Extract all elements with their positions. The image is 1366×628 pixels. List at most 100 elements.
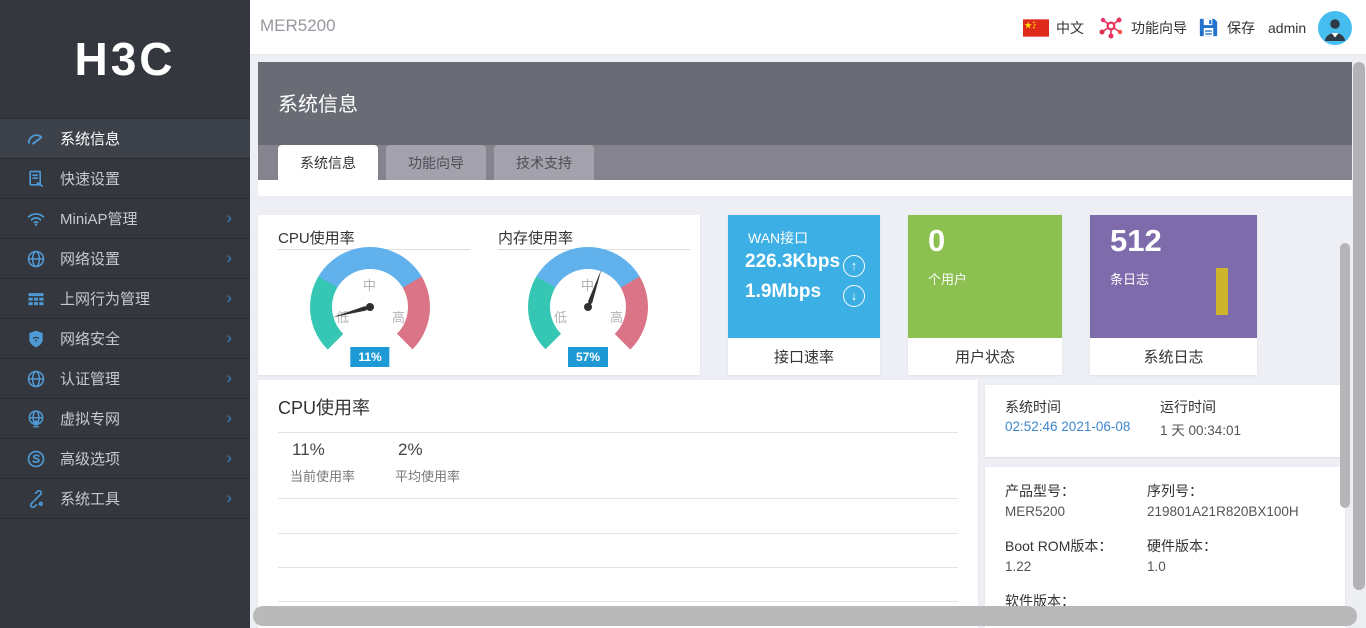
tab-system-info[interactable]: 系统信息 [278, 145, 378, 180]
cpu-current-value: 11% [292, 440, 325, 459]
sidebar-item-miniap[interactable]: MiniAP管理 › [0, 199, 250, 239]
gauge-zone-high: 高 [392, 310, 406, 325]
save-button[interactable]: 保存 [1197, 0, 1255, 55]
sidebar: H3C 系统信息 快速设置 MiniAP管理 › 网络设置 › 上网行为管理 ›… [0, 0, 250, 628]
wan-upload-rate: 226.3Kbps [745, 251, 841, 272]
save-label: 保存 [1227, 19, 1255, 36]
dashboard-icon [26, 129, 46, 149]
sidebar-item-quick-setup[interactable]: 快速设置 [0, 159, 250, 199]
sidebar-item-label: 认证管理 [60, 371, 121, 388]
sidebar-item-behavior-mgmt[interactable]: 上网行为管理 › [0, 279, 250, 319]
cpu-current-label: 当前使用率 [290, 469, 356, 484]
wan-download-rate: 1.9Mbps [745, 281, 822, 302]
device-info-panel: 产品型号： MER5200 序列号： 219801A21R820BX100H B… [985, 467, 1345, 628]
advanced-s-icon [26, 449, 46, 469]
log-count: 512 [1110, 223, 1162, 258]
usage-gauges-card: CPU使用率 中 低 高 11% 内存使用率 中 低 高 57% [258, 215, 700, 375]
chevron-right-icon: › [226, 487, 232, 507]
table-icon [26, 289, 46, 309]
gauge-zone-low: 低 [554, 310, 568, 325]
tab-tech-support[interactable]: 技术支持 [494, 145, 594, 180]
divider [278, 498, 958, 499]
gauge-zone-high: 高 [610, 310, 624, 325]
feature-guide-label: 功能向导 [1131, 19, 1187, 36]
sidebar-item-auth-mgmt[interactable]: 认证管理 › [0, 359, 250, 399]
user-card-body: 0 个用户 [908, 215, 1062, 338]
vertical-scrollbar-thumb[interactable] [1353, 62, 1365, 590]
username-label: admin [1268, 19, 1307, 36]
system-log-link[interactable]: 系统日志 [1090, 338, 1257, 375]
tab-feature-guide[interactable]: 功能向导 [386, 145, 486, 180]
system-time-label: 系统时间 [1005, 399, 1061, 415]
device-title: MER5200 [260, 16, 336, 35]
avatar-icon [1318, 10, 1352, 45]
memory-usage-gauge: 中 低 高 57% [528, 247, 648, 367]
cpu-usage-value: 11% [350, 347, 390, 367]
language-switcher[interactable]: 中文 [1023, 0, 1084, 55]
serial-number-label: 序列号： [1147, 483, 1203, 499]
globe-icon [26, 369, 46, 389]
sidebar-item-label: 网络安全 [60, 331, 121, 348]
system-time-panel: 系统时间 02:52:46 2021-06-08 运行时间 1 天 00:34:… [985, 385, 1345, 457]
cpu-usage-panel: CPU使用率 11% 当前使用率 2% 平均使用率 [258, 380, 978, 628]
cpu-panel-title: CPU使用率 [278, 398, 371, 418]
sidebar-item-label: 上网行为管理 [60, 291, 151, 308]
vpn-globe-user-icon [26, 409, 46, 429]
shield-icon [26, 329, 46, 349]
log-bar-indicator [1216, 268, 1228, 315]
user-avatar[interactable] [1318, 0, 1352, 55]
sidebar-item-label: 高级选项 [60, 451, 121, 468]
china-flag-icon [1023, 18, 1049, 37]
feature-guide-button[interactable]: 功能向导 [1098, 0, 1187, 55]
memory-usage-value: 57% [567, 347, 609, 367]
sidebar-item-system-tools[interactable]: 系统工具 › [0, 479, 250, 519]
user-status-card: 0 个用户 用户状态 [908, 215, 1062, 375]
bootrom-version-label: Boot ROM版本： [1005, 538, 1113, 554]
sidebar-item-label: 快速设置 [60, 171, 121, 188]
cpu-gauge-title: CPU使用率 [278, 230, 355, 247]
chevron-right-icon: › [226, 327, 232, 347]
chevron-right-icon: › [226, 447, 232, 467]
interface-rate-link[interactable]: 接口速率 [728, 338, 880, 375]
sidebar-item-vpn[interactable]: 虚拟专网 › [0, 399, 250, 439]
user-status-link[interactable]: 用户状态 [908, 338, 1062, 375]
uptime-label: 运行时间 [1160, 399, 1216, 415]
gauge-needle-hub [584, 303, 592, 311]
chevron-right-icon: › [226, 287, 232, 307]
sidebar-nav: 系统信息 快速设置 MiniAP管理 › 网络设置 › 上网行为管理 › 网络安… [0, 118, 250, 519]
divider [278, 567, 958, 568]
username[interactable]: admin [1268, 0, 1306, 55]
wan-card-body: WAN接口 226.3Kbps 1.9Mbps ↑ ↓ [728, 215, 880, 338]
quick-setup-icon [26, 169, 46, 189]
globe-icon [26, 249, 46, 269]
sidebar-item-network-security[interactable]: 网络安全 › [0, 319, 250, 359]
memory-gauge-title: 内存使用率 [498, 230, 574, 247]
inner-vertical-scrollbar-thumb[interactable] [1340, 243, 1350, 508]
sidebar-item-network-settings[interactable]: 网络设置 › [0, 239, 250, 279]
chevron-right-icon: › [226, 367, 232, 387]
product-model-value: MER5200 [1005, 504, 1066, 519]
floppy-save-icon [1197, 16, 1220, 39]
system-log-card: 512 条日志 系统日志 [1090, 215, 1257, 375]
sidebar-item-label: 网络设置 [60, 251, 121, 268]
sidebar-item-system-info[interactable]: 系统信息 [0, 119, 250, 159]
uptime-value: 1 天 00:34:01 [1160, 423, 1242, 438]
gauge-zone-low: 低 [336, 310, 350, 325]
hub-network-icon [1098, 15, 1124, 41]
tab-content-band [258, 180, 1352, 196]
h3c-logo: H3C [74, 33, 176, 85]
sidebar-item-label: 系统信息 [60, 131, 121, 148]
user-count-unit: 个用户 [928, 272, 968, 287]
sidebar-item-advanced[interactable]: 高级选项 › [0, 439, 250, 479]
page-banner: 系统信息 系统信息 功能向导 技术支持 [258, 62, 1352, 180]
log-card-body: 512 条日志 [1090, 215, 1257, 338]
upload-arrow-icon: ↑ [843, 255, 865, 277]
bootrom-version-value: 1.22 [1005, 559, 1032, 574]
horizontal-scrollbar-thumb[interactable] [253, 606, 1357, 626]
download-arrow-icon: ↓ [843, 285, 865, 307]
page-title: 系统信息 [278, 94, 358, 116]
wifi-icon [26, 209, 46, 229]
product-model-label: 产品型号： [1005, 483, 1075, 499]
tools-link-icon [26, 489, 46, 509]
serial-number-value: 219801A21R820BX100H [1147, 504, 1299, 519]
